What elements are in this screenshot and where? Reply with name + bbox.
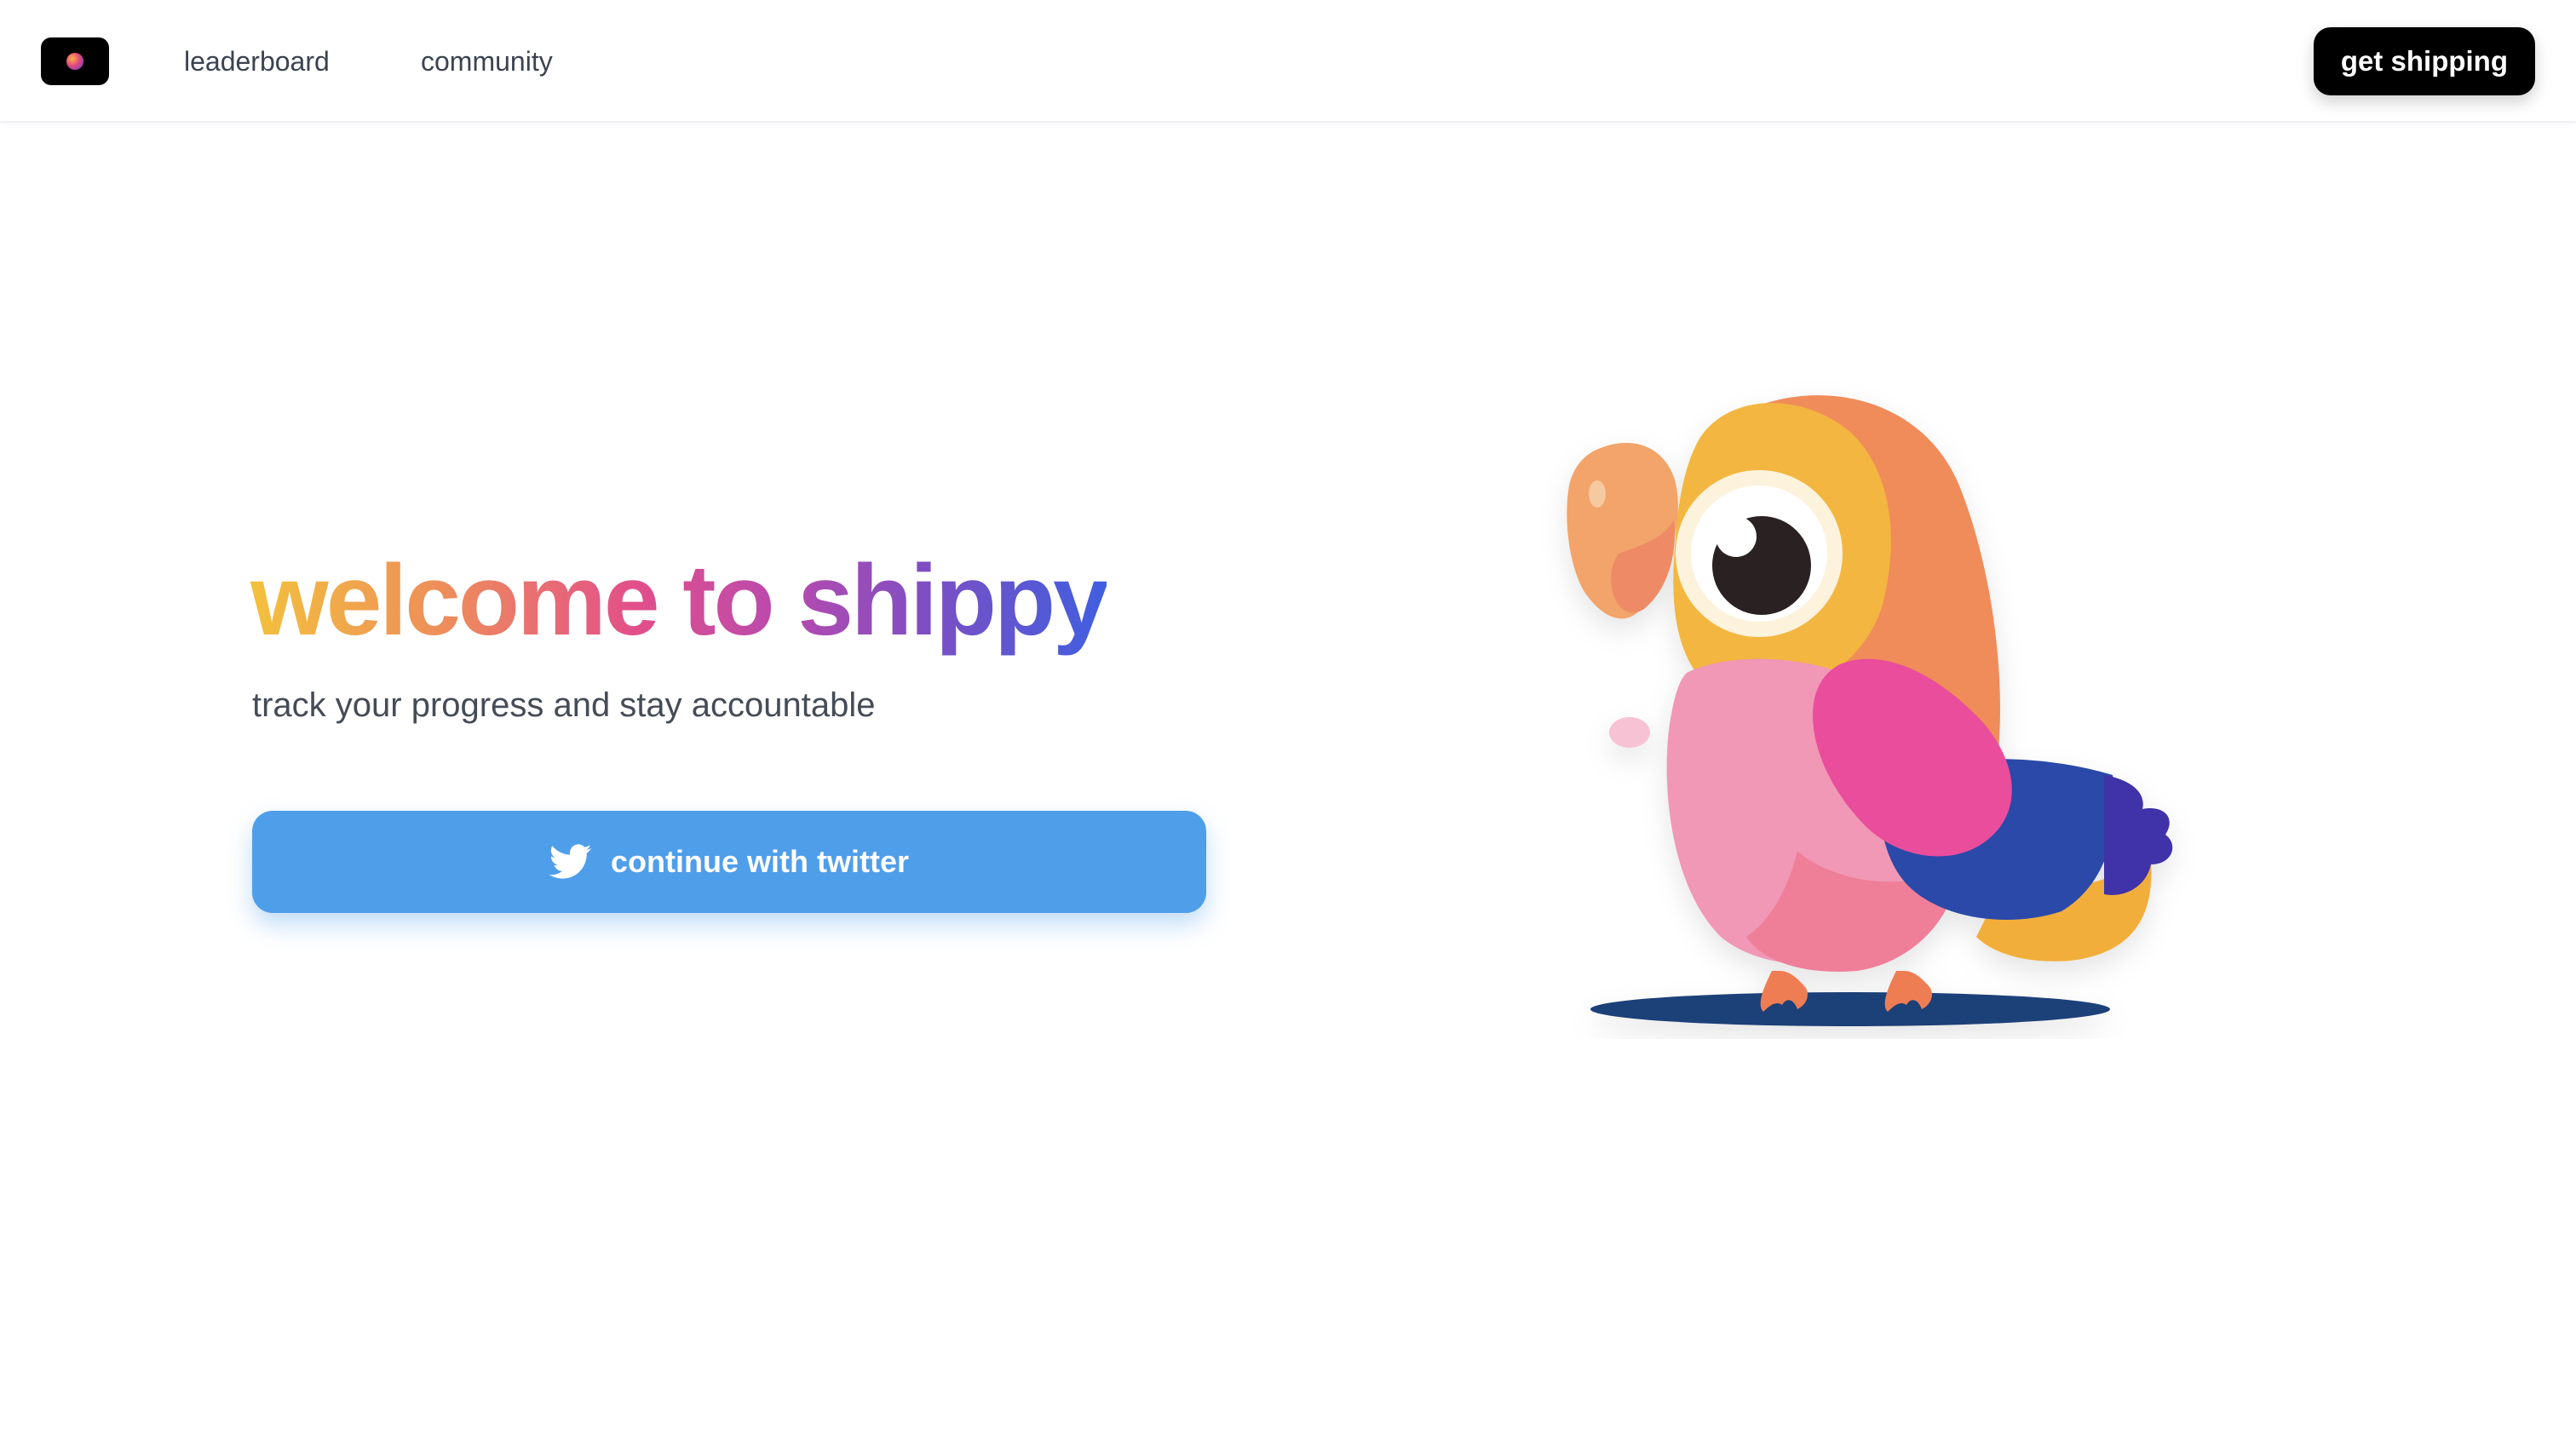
get-shipping-button[interactable]: get shipping (2313, 27, 2535, 95)
hero-title: welcome to shippy (250, 537, 1109, 664)
parrot-cheek-highlight (1609, 717, 1650, 748)
parrot-mascot-illustration (1567, 395, 2173, 1026)
top-navbar: leaderboard community get shipping (0, 0, 2576, 123)
perch-shadow (1590, 992, 2110, 1026)
shippy-logo-icon[interactable] (41, 37, 109, 85)
logo-dot (66, 53, 83, 70)
parrot-eye-glint (1716, 516, 1757, 557)
continue-with-twitter-button[interactable]: continue with twitter (252, 811, 1206, 913)
parrot-tail-feathers (2104, 775, 2173, 895)
hero-subtitle: track your progress and stay accountable (252, 686, 876, 724)
nav-link-leaderboard[interactable]: leaderboard (184, 43, 330, 80)
continue-with-twitter-label: continue with twitter (611, 844, 909, 879)
nav-link-community[interactable]: community (421, 43, 553, 80)
twitter-bird-icon (549, 844, 592, 879)
parrot-beak-highlight (1589, 480, 1606, 508)
